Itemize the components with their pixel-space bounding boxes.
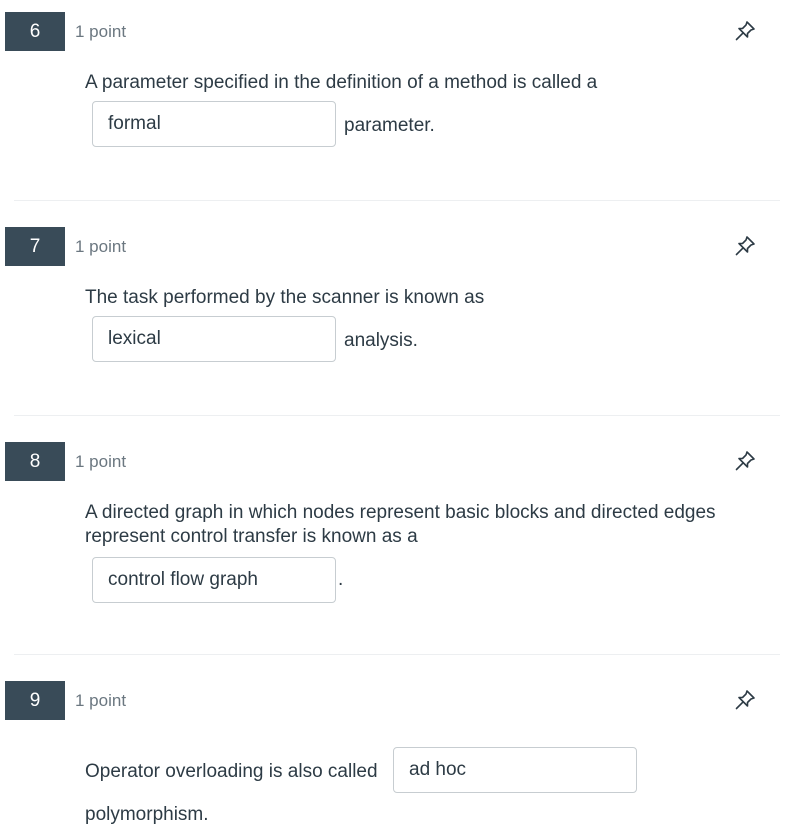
question-divider — [14, 200, 780, 201]
question-points: 1 point — [75, 22, 127, 41]
question-number: 6 — [5, 12, 65, 51]
answer-input[interactable] — [393, 747, 637, 793]
answer-input[interactable] — [92, 101, 336, 147]
question-points: 1 point — [75, 691, 127, 710]
question-divider — [14, 654, 780, 655]
question-text-line-2: represent control transfer is known as a — [85, 526, 418, 547]
question-number: 8 — [5, 442, 65, 481]
question-number: 9 — [5, 681, 65, 720]
pin-icon[interactable] — [734, 20, 756, 42]
question-points: 1 point — [75, 237, 127, 256]
question-divider — [14, 415, 780, 416]
answer-suffix-text: parameter. — [344, 115, 435, 136]
pin-icon[interactable] — [734, 689, 756, 711]
question-text: The task performed by the scanner is kno… — [85, 287, 485, 308]
question-text-line-1: A directed graph in which nodes represen… — [85, 502, 716, 523]
question-number: 7 — [5, 227, 65, 266]
question-points: 1 point — [75, 452, 127, 471]
answer-suffix-text: . — [338, 569, 344, 590]
question-text: Operator overloading is also called — [85, 761, 378, 782]
answer-input[interactable] — [92, 557, 336, 603]
pin-icon[interactable] — [734, 235, 756, 257]
answer-suffix-text: polymorphism. — [85, 804, 209, 825]
question-text: A parameter specified in the definition … — [85, 72, 598, 93]
answer-input[interactable] — [92, 316, 336, 362]
pin-icon[interactable] — [734, 450, 756, 472]
answer-suffix-text: analysis. — [344, 330, 418, 351]
